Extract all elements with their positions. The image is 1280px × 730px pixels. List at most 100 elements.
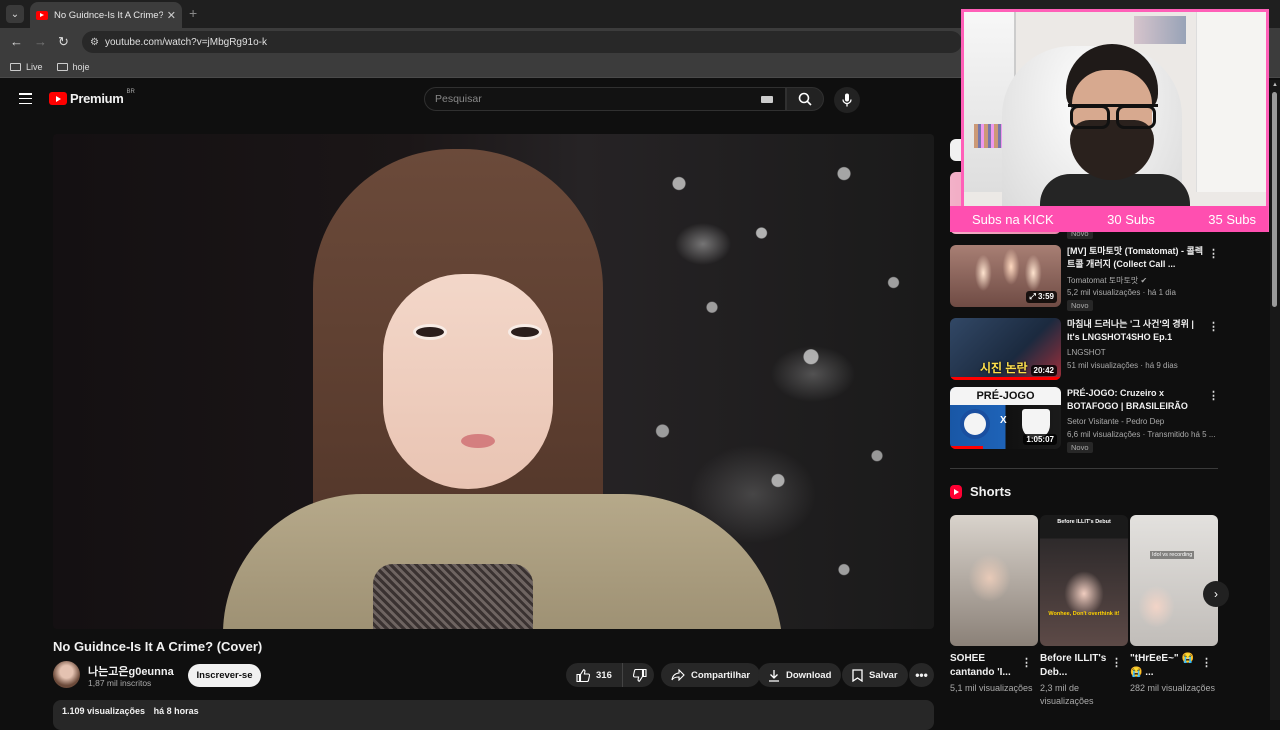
kick-subs-banner: Subs na KICK 30 Subs 35 Subs (950, 206, 1268, 232)
video-thumbnail[interactable]: ⤢ 3:59 (950, 245, 1061, 307)
download-label: Download (786, 669, 832, 681)
like-button[interactable]: 316 (566, 663, 623, 687)
duration-badge: 1:05:07 (1023, 434, 1057, 445)
more-options-icon[interactable]: ⋮ (1201, 656, 1212, 669)
short-thumbnail[interactable] (950, 515, 1038, 646)
recommendation-item[interactable]: ⤢ 3:59 [MV] 토마토맛 (Tomatomat) - 콜렉트콜 개러지 … (950, 245, 1220, 311)
share-icon (671, 669, 685, 681)
short-views: 282 mil visualizações (1130, 683, 1216, 693)
tab-close-icon[interactable]: ✕ (167, 9, 176, 22)
video-frame-eye (508, 324, 542, 340)
more-actions-icon[interactable]: ••• (909, 663, 934, 687)
new-tab-button[interactable]: + (189, 5, 197, 21)
more-options-icon[interactable]: ⋮ (1111, 656, 1122, 669)
recommendation-channel[interactable]: Setor Visitante - Pedro Dep (1067, 417, 1164, 426)
subscribe-button[interactable]: Inscrever-se (188, 664, 261, 687)
bookmark-hoje[interactable]: hoje (56, 62, 90, 72)
folder-icon (10, 62, 21, 71)
recommendation-title[interactable]: [MV] 토마토맛 (Tomatomat) - 콜렉트콜 개러지 (Collec… (1067, 245, 1205, 271)
recommendation-title[interactable]: PRÉ-JOGO: Cruzeiro x BOTAFOGO | BRASILEI… (1067, 387, 1205, 413)
more-options-icon[interactable]: ⋮ (1208, 320, 1219, 333)
site-info-icon[interactable]: ⚙ (90, 37, 99, 48)
menu-icon[interactable] (19, 93, 32, 105)
keyboard-icon[interactable] (761, 96, 773, 103)
search-button[interactable] (786, 87, 824, 111)
search-placeholder: Pesquisar (435, 93, 482, 105)
dislike-button[interactable] (623, 663, 657, 687)
recommendation-channel[interactable]: Tomatomat 토마토맛 ✔ (1067, 275, 1147, 286)
short-thumbnail[interactable]: Idol vs recording (1130, 515, 1218, 646)
description-box[interactable]: 1.109 visualizações há 8 horas (53, 700, 934, 730)
recommendation-meta: 6,6 mil visualizações · Transmitido há 5… (1067, 430, 1216, 439)
video-player[interactable] (53, 134, 934, 629)
duration-text: 3:59 (1037, 292, 1054, 301)
webcam-poster (1134, 16, 1186, 44)
download-icon (769, 669, 779, 682)
recommendation-title[interactable]: 마침내 드러나는 '그 사건'의 경위 | It's LNGSHOT4SHO E… (1067, 318, 1205, 344)
more-options-icon[interactable]: ⋮ (1208, 389, 1219, 402)
short-item[interactable]: Idol vs recording "tHrEeE~" 😭😭 ... 282 m… (1130, 515, 1218, 695)
thumbnail-caption: PRÉ-JOGO (950, 387, 1061, 405)
video-frame-lace (373, 564, 533, 629)
folder-icon (56, 62, 68, 71)
short-title[interactable]: Before ILLIT's Deb... (1040, 652, 1110, 680)
new-badge: Novo (1067, 300, 1093, 311)
thumbs-down-icon (632, 668, 647, 682)
tab-search-button[interactable]: ⌄ (6, 5, 24, 23)
reload-icon[interactable]: ↻ (58, 34, 69, 50)
shorts-heading: Shorts (950, 484, 1011, 499)
short-title[interactable]: SOHEE cantando 'I... (950, 652, 1020, 680)
share-button[interactable]: Compartilhar (661, 663, 761, 687)
search-input[interactable]: Pesquisar (424, 87, 786, 111)
webcam-books (974, 124, 1004, 148)
youtube-premium-logo[interactable]: Premium BR (49, 89, 135, 106)
save-button[interactable]: Salvar (842, 663, 908, 687)
watch-progress-bar (950, 377, 1061, 380)
channel-subscriber-count: 1,87 mil inscritos (88, 678, 152, 688)
recommendation-meta: 5,2 mil visualizações · há 1 dia (1067, 288, 1176, 297)
view-count: 1.109 visualizações (62, 706, 146, 716)
youtube-play-icon (49, 92, 67, 105)
video-thumbnail[interactable]: 시진 논란 20:42 (950, 318, 1061, 380)
recommendation-item[interactable]: PRÉ-JOGO X 1:05:07 PRÉ-JOGO: Cruzeiro x … (950, 387, 1220, 453)
scroll-up-icon[interactable]: ▲ (1272, 82, 1278, 88)
scrollbar-thumb[interactable] (1272, 92, 1277, 307)
shorts-title: Shorts (970, 484, 1012, 499)
short-item[interactable]: SOHEE cantando 'I... 5,1 mil visualizaçõ… (950, 515, 1038, 695)
duration-badge: 20:42 (1030, 365, 1057, 376)
bookmark-live[interactable]: Live (10, 62, 43, 72)
channel-avatar[interactable] (53, 661, 80, 688)
browser-tab[interactable]: No Guidnce-Is It A Crime? (Cov ✕ (30, 2, 182, 28)
back-icon[interactable]: ← (10, 34, 23, 49)
video-frame-face (383, 274, 553, 489)
subs-current: 30 Subs (1107, 211, 1155, 227)
chevron-right-icon[interactable]: › (1203, 581, 1229, 607)
channel-name[interactable]: 나는고은g0eunna (88, 663, 174, 679)
new-badge: Novo (1067, 442, 1093, 453)
voice-search-button[interactable] (834, 87, 860, 113)
video-frame-lips (461, 434, 495, 448)
duration-badge: ⤢ 3:59 (1026, 291, 1057, 303)
recommendation-channel[interactable]: LNGSHOT (1067, 348, 1106, 357)
download-button[interactable]: Download (758, 663, 842, 687)
video-title: No Guidnce-Is It A Crime? (Cover) (53, 639, 263, 654)
upload-age: há 8 horas (153, 706, 199, 716)
like-count: 316 (596, 669, 612, 681)
watch-progress-bar (950, 446, 984, 449)
video-thumbnail[interactable]: PRÉ-JOGO X 1:05:07 (950, 387, 1061, 449)
more-options-icon[interactable]: ⋮ (1208, 247, 1219, 260)
short-caption: Idol vs recording (1150, 551, 1195, 559)
page-scrollbar[interactable]: ▲ (1270, 80, 1280, 720)
kick-label: Subs na KICK (972, 211, 1054, 227)
recommendation-item[interactable]: 시진 논란 20:42 마침내 드러나는 '그 사건'의 경위 | It's L… (950, 318, 1220, 380)
short-item[interactable]: Before ILLIT's Debut Wonhee, Don't overt… (1040, 515, 1128, 708)
more-options-icon[interactable]: ⋮ (1021, 656, 1032, 669)
cruzeiro-crest-icon (960, 409, 990, 439)
youtube-favicon-icon (36, 10, 48, 20)
address-bar[interactable]: ⚙ youtube.com/watch?v=jMbgRg91o-k (82, 31, 962, 53)
short-thumbnail[interactable]: Before ILLIT's Debut Wonhee, Don't overt… (1040, 515, 1128, 646)
recommendation-meta: 51 mil visualizações · há 9 dias (1067, 361, 1178, 370)
save-label: Salvar (869, 669, 898, 681)
forward-icon[interactable]: → (34, 34, 47, 49)
short-title[interactable]: "tHrEeE~" 😭😭 ... (1130, 652, 1200, 680)
